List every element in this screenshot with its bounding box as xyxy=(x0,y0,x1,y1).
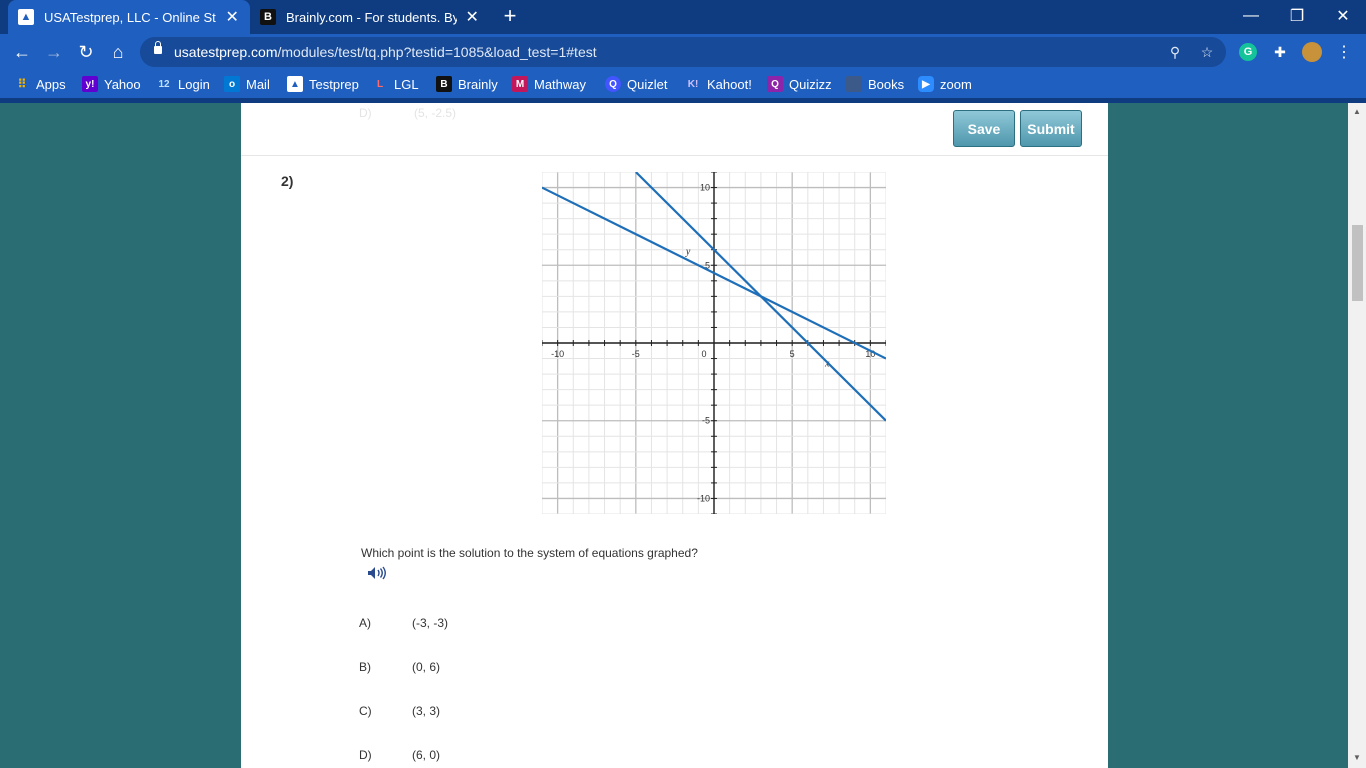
save-button[interactable]: Save xyxy=(953,110,1015,147)
brainly-icon: B xyxy=(436,76,452,92)
submit-button[interactable]: Submit xyxy=(1020,110,1082,147)
testprep-arrow-icon: ▲ xyxy=(18,9,34,25)
bookmark-label: Testprep xyxy=(309,76,359,92)
tab-usatestprep[interactable]: ▲ USATestprep, LLC - Online State- ✕ xyxy=(8,0,250,34)
yahoo-icon: y! xyxy=(82,76,98,92)
address-bar[interactable]: usatestprep.com/modules/test/tq.php?test… xyxy=(140,37,1226,67)
tab-title: USATestprep, LLC - Online State- xyxy=(44,9,216,25)
tab-strip: ▲ USATestprep, LLC - Online State- ✕ B B… xyxy=(0,0,1366,34)
option-d-letter[interactable]: D) xyxy=(359,748,372,762)
testprep-icon: ▲ xyxy=(287,76,303,92)
bookmark-quizizz[interactable]: Q Quizizz xyxy=(767,75,832,93)
zoom-magnifier-icon[interactable]: ⚲ xyxy=(1166,43,1184,61)
speaker-audio-icon[interactable] xyxy=(367,565,387,581)
quizizz-icon: Q xyxy=(767,76,783,92)
scroll-up-icon[interactable]: ▲ xyxy=(1352,107,1362,117)
option-a-letter[interactable]: A) xyxy=(359,616,371,630)
bookmark-label: Login xyxy=(178,76,210,92)
bookmark-yahoo[interactable]: y! Yahoo xyxy=(82,75,141,93)
bookmark-label: Kahoot! xyxy=(707,76,752,92)
bookmark-label: Books xyxy=(868,76,905,92)
previous-option-letter: D) xyxy=(359,106,372,120)
bookmark-mail[interactable]: o Mail xyxy=(224,75,270,93)
test-question-panel: D) (5, -2.5) Save Submit 2) -10 -5 0 5 10 10 5… xyxy=(241,103,1108,768)
y-tick-label: -10 xyxy=(697,493,710,503)
restore-icon[interactable]: ❐ xyxy=(1274,0,1320,32)
outlook-mail-icon: o xyxy=(224,76,240,92)
browser-toolbar: ← → ↻ ⌂ usatestprep.com/modules/test/tq.… xyxy=(0,34,1366,70)
bookmark-zoom[interactable]: ▶ zoom xyxy=(918,75,972,93)
bookmark-label: Mail xyxy=(246,76,270,92)
bookmark-testprep[interactable]: ▲ Testprep xyxy=(287,75,359,93)
quizlet-icon: Q xyxy=(605,76,621,92)
option-d-text[interactable]: (6, 0) xyxy=(412,748,440,762)
books-icon xyxy=(846,76,862,92)
lock-icon xyxy=(154,41,162,54)
login-12-icon: 12 xyxy=(158,78,170,90)
zoom-icon: ▶ xyxy=(918,76,934,92)
bookmark-label: Brainly xyxy=(458,76,498,92)
bookmark-label: zoom xyxy=(940,76,972,92)
option-b-text[interactable]: (0, 6) xyxy=(412,660,440,674)
url-host: usatestprep.com xyxy=(174,44,278,60)
option-c-text[interactable]: (3, 3) xyxy=(412,704,440,718)
bookmark-brainly[interactable]: B Brainly xyxy=(436,75,498,93)
y-tick-label: 10 xyxy=(700,183,710,193)
apps-grid-icon: ⠿ xyxy=(17,77,27,91)
reload-icon[interactable]: ↻ xyxy=(72,38,100,66)
url-text[interactable]: usatestprep.com/modules/test/tq.php?test… xyxy=(174,44,597,60)
back-icon[interactable]: ← xyxy=(8,38,36,66)
bookmark-quizlet[interactable]: Q Quizlet xyxy=(605,75,667,93)
y-tick-label: -5 xyxy=(702,416,710,426)
option-c-letter[interactable]: C) xyxy=(359,704,372,718)
section-divider xyxy=(241,155,1108,156)
forward-icon[interactable]: → xyxy=(40,38,68,66)
menu-kebab-icon[interactable]: ⋮ xyxy=(1334,42,1354,62)
bookmarks-bar: ⠿ Apps y! Yahoo 12 Login o Mail ▲ Testprep LL… xyxy=(0,70,1366,98)
lgl-icon: L xyxy=(376,78,384,90)
tab-title: Brainly.com - For students. By stu xyxy=(286,9,457,25)
bookmark-books[interactable]: Books xyxy=(846,75,904,93)
kahoot-icon: K! xyxy=(687,78,699,90)
question-number: 2) xyxy=(281,173,294,189)
new-tab-button[interactable]: + xyxy=(498,5,522,29)
avatar[interactable] xyxy=(1302,42,1322,62)
mathway-icon: M xyxy=(512,76,528,92)
bookmark-apps[interactable]: ⠿ Apps xyxy=(14,75,66,93)
x-tick-label: -10 xyxy=(551,349,564,359)
option-b-letter[interactable]: B) xyxy=(359,660,371,674)
home-icon[interactable]: ⌂ xyxy=(104,38,132,66)
brainly-b-icon: B xyxy=(260,9,276,25)
x-tick-label: 5 xyxy=(790,349,795,359)
close-icon[interactable]: ✕ xyxy=(224,7,240,27)
bookmark-label: Quizizz xyxy=(789,76,832,92)
bookmark-login[interactable]: 12 Login xyxy=(156,75,210,93)
url-path: /modules/test/tq.php?testid=1085&load_te… xyxy=(277,44,597,60)
scrollbar-thumb[interactable] xyxy=(1352,225,1363,301)
previous-option-text: (5, -2.5) xyxy=(414,106,457,120)
close-icon[interactable]: ✕ xyxy=(465,7,481,27)
bookmark-label: Apps xyxy=(36,76,66,92)
bookmark-label: LGL xyxy=(394,76,419,92)
grammarly-icon[interactable]: G xyxy=(1239,43,1257,61)
bookmark-lgl[interactable]: L LGL xyxy=(372,75,419,93)
bookmark-label: Mathway xyxy=(534,76,587,92)
bookmark-label: Yahoo xyxy=(104,76,141,92)
bookmark-mathway[interactable]: M Mathway xyxy=(512,75,586,93)
page-scrollbar[interactable]: ▲ ▼ xyxy=(1348,103,1366,768)
scroll-down-icon[interactable]: ▼ xyxy=(1352,753,1362,763)
x-tick-label: -5 xyxy=(632,349,640,359)
tab-brainly[interactable]: B Brainly.com - For students. By stu ✕ xyxy=(250,0,490,34)
option-a-text[interactable]: (-3, -3) xyxy=(412,616,448,630)
coordinate-graph: -10 -5 0 5 10105-5-10xy xyxy=(542,172,886,514)
extensions-puzzle-icon[interactable]: ✚ xyxy=(1270,42,1290,62)
bookmark-star-icon[interactable]: ☆ xyxy=(1198,43,1216,61)
x-tick-label: 0 xyxy=(701,349,706,359)
bookmark-label: Quizlet xyxy=(627,76,668,92)
close-window-icon[interactable]: ✕ xyxy=(1320,0,1366,32)
y-axis-label: y xyxy=(685,246,691,257)
bookmark-kahoot[interactable]: K! Kahoot! xyxy=(685,75,752,93)
minimize-icon[interactable]: — xyxy=(1228,0,1274,32)
question-prompt: Which point is the solution to the syste… xyxy=(361,546,698,560)
